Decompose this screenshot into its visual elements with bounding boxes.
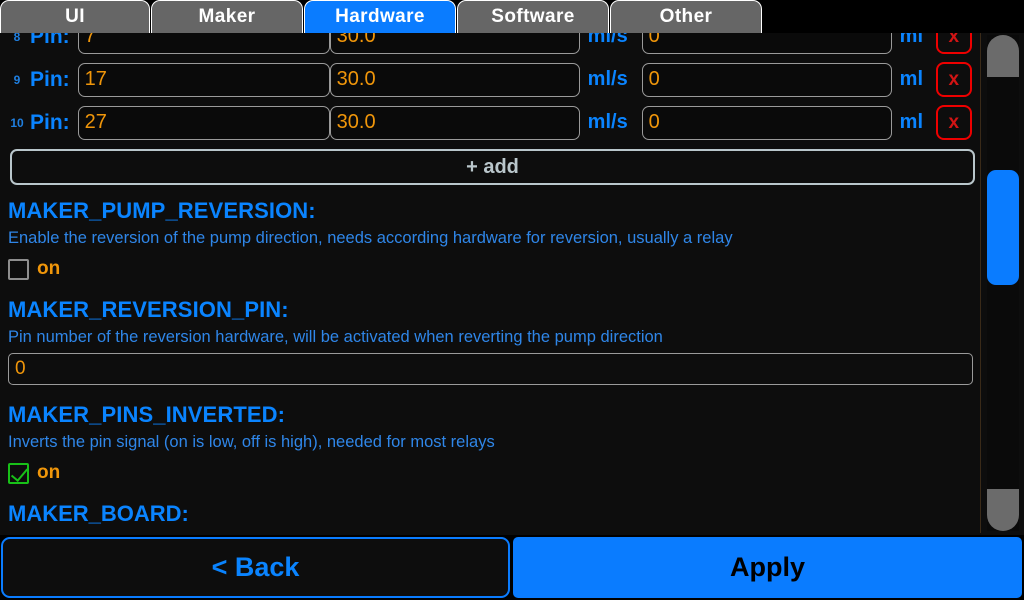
- add-pump-label: + add: [466, 155, 519, 178]
- flow-unit-label: ml/s: [587, 68, 628, 90]
- setting-key: MAKER_REVERSION_PIN:: [8, 297, 289, 322]
- pin-input[interactable]: [77, 33, 330, 54]
- flow-rate-input[interactable]: [329, 62, 580, 97]
- scroll-down-icon[interactable]: [987, 489, 1019, 531]
- volume-unit-label: ml: [899, 33, 924, 47]
- table-row: 9 Pin: ml/s ml x: [0, 58, 972, 101]
- pump-reversion-checkbox-label: on: [37, 258, 61, 279]
- tab-software-label: Software: [491, 6, 575, 27]
- table-row: 8 Pin: ml/s ml x: [0, 33, 972, 58]
- app-window: UI Maker Hardware Software Other 8 Pin: …: [0, 0, 1024, 600]
- pump-row-index: 8: [13, 33, 21, 44]
- setting-description: Enable the reversion of the pump directi…: [8, 229, 733, 247]
- tab-other-label: Other: [659, 6, 713, 27]
- flow-rate-input[interactable]: [329, 105, 580, 140]
- back-button[interactable]: < Back: [1, 537, 510, 598]
- pin-label: Pin:: [30, 110, 70, 134]
- settings-content: 8 Pin: ml/s ml x 9 Pin: ml/s ml: [0, 33, 980, 527]
- footer-bar: < Back Apply: [0, 535, 1024, 600]
- close-icon: x: [948, 111, 960, 133]
- setting-maker-pump-reversion: MAKER_PUMP_REVERSION: Enable the reversi…: [0, 198, 972, 284]
- pin-input[interactable]: [77, 105, 330, 140]
- volume-input[interactable]: [641, 33, 892, 54]
- pin-label: Pin:: [30, 33, 70, 48]
- pin-input[interactable]: [77, 62, 330, 97]
- setting-maker-pins-inverted: MAKER_PINS_INVERTED: Inverts the pin sig…: [0, 402, 972, 527]
- setting-description: Inverts the pin signal (on is low, off i…: [8, 433, 495, 451]
- apply-button-label: Apply: [729, 552, 805, 582]
- setting-description: Pin number of the reversion hardware, wi…: [8, 328, 663, 346]
- pump-row-index: 9: [13, 72, 21, 87]
- flow-rate-input[interactable]: [329, 33, 580, 54]
- setting-checkbox-row: on: [8, 458, 962, 488]
- flow-unit-label: ml/s: [587, 111, 628, 133]
- pins-inverted-checkbox[interactable]: [8, 462, 29, 484]
- setting-key-maker-board: MAKER_BOARD:: [8, 501, 189, 526]
- tab-bar: UI Maker Hardware Software Other: [0, 0, 1024, 33]
- flow-unit-label: ml/s: [587, 33, 628, 47]
- delete-row-button[interactable]: x: [935, 33, 972, 54]
- volume-unit-label: ml: [899, 111, 924, 133]
- add-pump-button[interactable]: + add: [10, 149, 975, 185]
- tab-ui-label: UI: [65, 6, 85, 27]
- volume-unit-label: ml: [899, 68, 924, 90]
- tab-hardware[interactable]: Hardware: [304, 0, 456, 33]
- apply-button[interactable]: Apply: [513, 537, 1022, 598]
- tab-software[interactable]: Software: [457, 0, 609, 33]
- tab-hardware-label: Hardware: [335, 6, 425, 27]
- scroll-up-icon[interactable]: [987, 35, 1019, 77]
- pump-row-index: 10: [10, 115, 24, 130]
- tab-maker-label: Maker: [198, 6, 256, 27]
- delete-row-button[interactable]: x: [935, 105, 972, 140]
- setting-key: MAKER_PINS_INVERTED:: [8, 402, 286, 427]
- scrollbar-thumb[interactable]: [987, 170, 1019, 285]
- delete-row-button[interactable]: x: [935, 62, 972, 97]
- tab-maker[interactable]: Maker: [151, 0, 303, 33]
- table-row: 10 Pin: ml/s ml x: [0, 101, 972, 144]
- volume-input[interactable]: [641, 62, 892, 97]
- vertical-scrollbar[interactable]: [980, 33, 1024, 533]
- close-icon: x: [948, 68, 960, 90]
- tab-ui[interactable]: UI: [0, 0, 150, 33]
- settings-scroll-area: 8 Pin: ml/s ml x 9 Pin: ml/s ml: [0, 33, 980, 533]
- pump-reversion-checkbox[interactable]: [8, 258, 29, 280]
- tab-other[interactable]: Other: [610, 0, 762, 33]
- setting-key: MAKER_PUMP_REVERSION:: [8, 198, 316, 223]
- volume-input[interactable]: [641, 105, 892, 140]
- setting-checkbox-row: on: [8, 254, 962, 284]
- pin-label: Pin:: [30, 67, 70, 91]
- reversion-pin-input[interactable]: [8, 353, 973, 385]
- pins-inverted-checkbox-label: on: [37, 462, 61, 483]
- back-button-label: < Back: [211, 552, 300, 582]
- setting-maker-reversion-pin: MAKER_REVERSION_PIN: Pin number of the r…: [0, 297, 973, 389]
- close-icon: x: [948, 33, 960, 47]
